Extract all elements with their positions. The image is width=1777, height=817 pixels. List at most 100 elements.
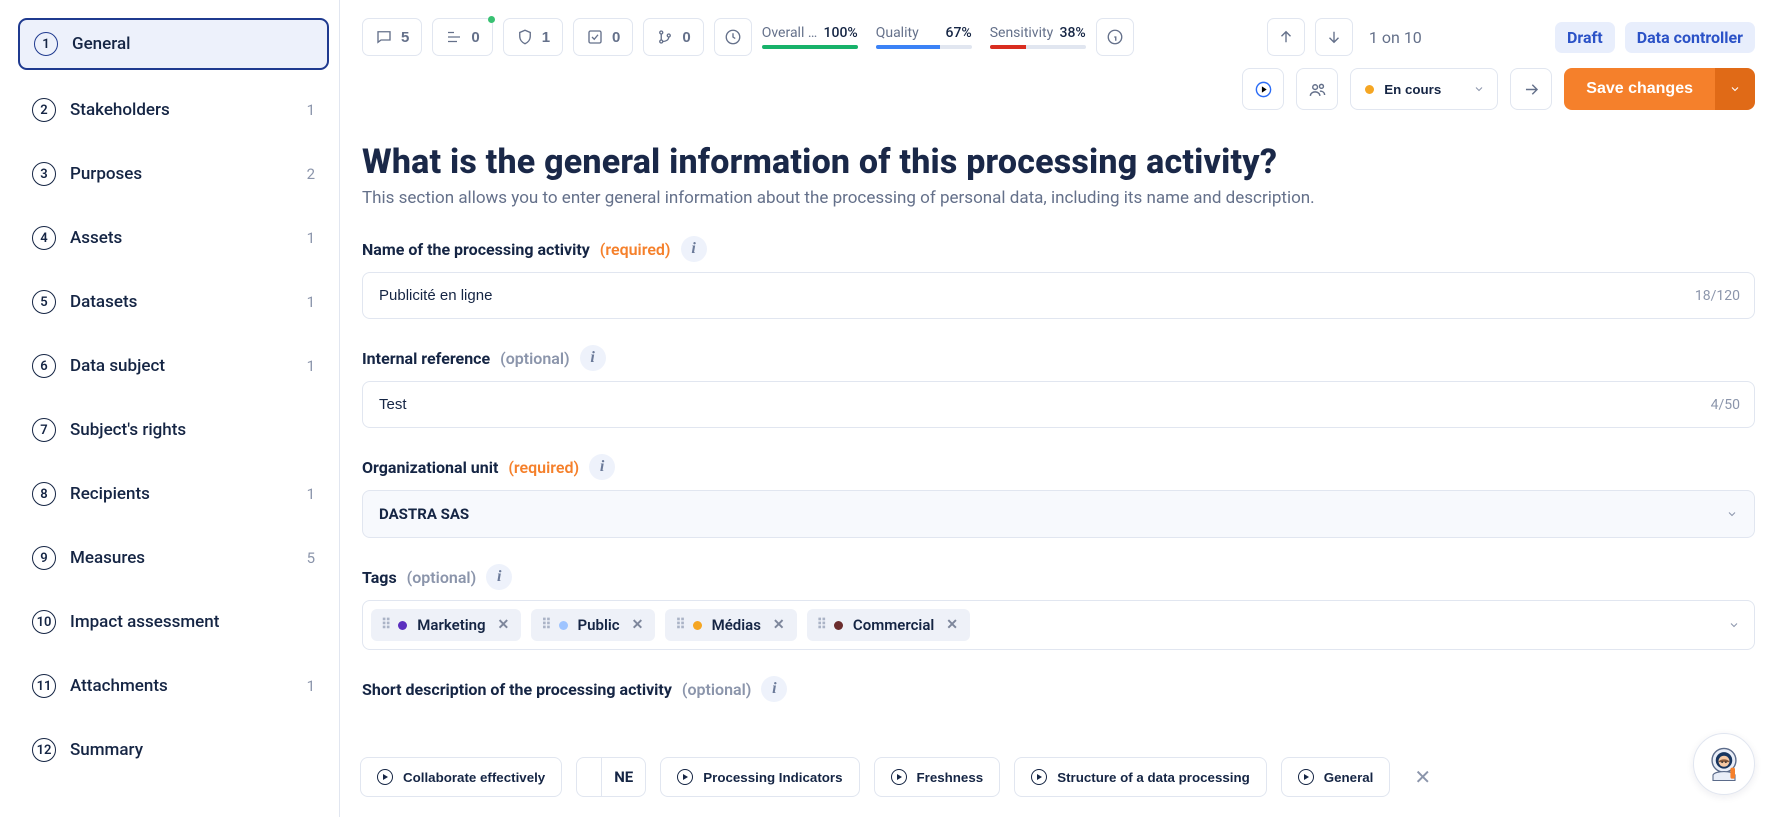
tag-remove[interactable]: ✕	[771, 616, 787, 634]
tray-freshness[interactable]: Freshness	[874, 757, 1001, 797]
step-label: Stakeholders	[70, 100, 293, 120]
astronaut-icon	[1702, 742, 1746, 786]
prev-button[interactable]	[1267, 18, 1305, 56]
metric-overall[interactable]: Overall …100%	[762, 25, 858, 49]
step-label: Recipients	[70, 484, 293, 504]
tray-structure[interactable]: Structure of a data processing	[1014, 757, 1267, 797]
tray-fragment[interactable]: NE	[576, 757, 646, 797]
info-icon[interactable]: i	[761, 676, 787, 702]
tray-close[interactable]: ✕	[1404, 759, 1441, 795]
tray-indicators[interactable]: Processing Indicators	[660, 757, 859, 797]
sidebar-step-assets[interactable]: 4 Assets 1	[18, 214, 329, 262]
sidebar-step-impact-assessment[interactable]: 10 Impact assessment	[18, 598, 329, 646]
list-button[interactable]: 0	[432, 18, 492, 56]
tag-remove[interactable]: ✕	[944, 616, 960, 634]
forward-button[interactable]	[1510, 68, 1552, 110]
people-icon	[1308, 80, 1327, 99]
grip-icon: ⠿	[817, 617, 824, 633]
tag-label: Médias	[712, 616, 761, 634]
tag-chip[interactable]: ⠿ Médias ✕	[665, 609, 796, 641]
metric-sensitivity[interactable]: Sensitivity38%	[990, 25, 1086, 49]
tray-general[interactable]: General	[1281, 757, 1391, 797]
save-dropdown-button[interactable]	[1715, 68, 1755, 110]
chevron-down-icon	[1473, 83, 1485, 95]
topbar-row2: En cours Save changes	[340, 62, 1777, 110]
name-input[interactable]	[363, 273, 1754, 318]
shield-button[interactable]: 1	[503, 18, 563, 56]
step-count: 1	[307, 677, 315, 695]
topbar: 5 0 1 0 0 Overall …	[340, 0, 1777, 62]
sidebar-step-measures[interactable]: 9 Measures 5	[18, 534, 329, 582]
play-button[interactable]	[1242, 68, 1284, 110]
tag-label: Commercial	[853, 616, 934, 634]
sidebar-step-subject-s-rights[interactable]: 7 Subject's rights	[18, 406, 329, 454]
reference-input[interactable]	[363, 382, 1754, 427]
step-count: 1	[307, 485, 315, 503]
step-label: Purposes	[70, 164, 293, 184]
tag-color-dot	[693, 621, 702, 630]
sidebar-step-recipients[interactable]: 8 Recipients 1	[18, 470, 329, 518]
field-org-unit: Organizational unit (required) i DASTRA …	[362, 454, 1755, 538]
tasks-count: 0	[612, 29, 620, 46]
tag-label: Public	[578, 616, 620, 634]
tag-remove[interactable]: ✕	[630, 616, 646, 634]
tag-chip[interactable]: ⠿ Marketing ✕	[371, 609, 521, 641]
workflow-status-dropdown[interactable]: En cours	[1350, 68, 1498, 110]
optional-hint: (optional)	[407, 568, 477, 587]
tag-chip[interactable]: ⠿ Commercial ✕	[807, 609, 970, 641]
tray-collaborate[interactable]: Collaborate effectively	[360, 757, 562, 797]
pagination-text: 1 on 10	[1369, 28, 1422, 47]
tags-select[interactable]: ⠿ Marketing ✕⠿ Public ✕⠿ Médias ✕⠿ Comme…	[362, 600, 1755, 650]
info-icon[interactable]: i	[580, 345, 606, 371]
info-icon	[1106, 28, 1124, 46]
info-icon[interactable]: i	[681, 236, 707, 262]
org-unit-value: DASTRA SAS	[379, 505, 469, 523]
reference-counter: 4/50	[1711, 397, 1740, 413]
org-unit-select[interactable]: DASTRA SAS	[362, 490, 1755, 538]
comments-button[interactable]: 5	[362, 18, 422, 56]
sidebar-step-general[interactable]: 1 General	[18, 18, 329, 70]
metric-overall-label: Overall …	[762, 25, 817, 41]
info-button[interactable]	[1096, 18, 1134, 56]
arrow-down-icon	[1325, 28, 1343, 46]
sidebar-step-attachments[interactable]: 11 Attachments 1	[18, 662, 329, 710]
metric-quality-value: 67%	[945, 25, 971, 41]
step-number: 7	[32, 418, 56, 442]
field-reference: Internal reference (optional) i 4/50	[362, 345, 1755, 428]
tag-remove[interactable]: ✕	[496, 616, 512, 634]
play-circle-icon	[1298, 769, 1314, 785]
name-label: Name of the processing activity	[362, 240, 590, 259]
status-dot-icon	[1365, 85, 1374, 94]
sidebar-step-summary[interactable]: 12 Summary	[18, 726, 329, 774]
list-icon	[445, 28, 463, 46]
help-tray: Collaborate effectively NE Processing In…	[360, 747, 1757, 807]
step-label: Measures	[70, 548, 293, 568]
sidebar-step-purposes[interactable]: 3 Purposes 2	[18, 150, 329, 198]
optional-hint: (optional)	[500, 349, 570, 368]
tasks-button[interactable]: 0	[573, 18, 633, 56]
sidebar-step-stakeholders[interactable]: 2 Stakeholders 1	[18, 86, 329, 134]
tag-chip[interactable]: ⠿ Public ✕	[531, 609, 655, 641]
required-hint: (required)	[508, 458, 579, 477]
sidebar-step-data-subject[interactable]: 6 Data subject 1	[18, 342, 329, 390]
tray-structure-label: Structure of a data processing	[1057, 770, 1250, 785]
clock-icon	[724, 28, 742, 46]
next-button[interactable]	[1315, 18, 1353, 56]
grip-icon: ⠿	[541, 617, 548, 633]
tag-color-dot	[559, 621, 568, 630]
metric-quality[interactable]: Quality 67%	[876, 25, 972, 49]
step-label: Assets	[70, 228, 293, 248]
step-label: General	[72, 34, 299, 54]
metric-sensitivity-label: Sensitivity	[990, 25, 1053, 41]
history-button[interactable]	[714, 18, 752, 56]
save-button[interactable]: Save changes	[1564, 68, 1715, 110]
help-avatar-button[interactable]	[1693, 733, 1755, 795]
metric-quality-label: Quality	[876, 25, 919, 41]
sidebar-step-datasets[interactable]: 5 Datasets 1	[18, 278, 329, 326]
info-icon[interactable]: i	[589, 454, 615, 480]
step-number: 8	[32, 482, 56, 506]
people-button[interactable]	[1296, 68, 1338, 110]
info-icon[interactable]: i	[486, 564, 512, 590]
metrics: Overall …100% Quality 67% Sensitivity38%	[762, 25, 1086, 49]
branches-button[interactable]: 0	[643, 18, 703, 56]
